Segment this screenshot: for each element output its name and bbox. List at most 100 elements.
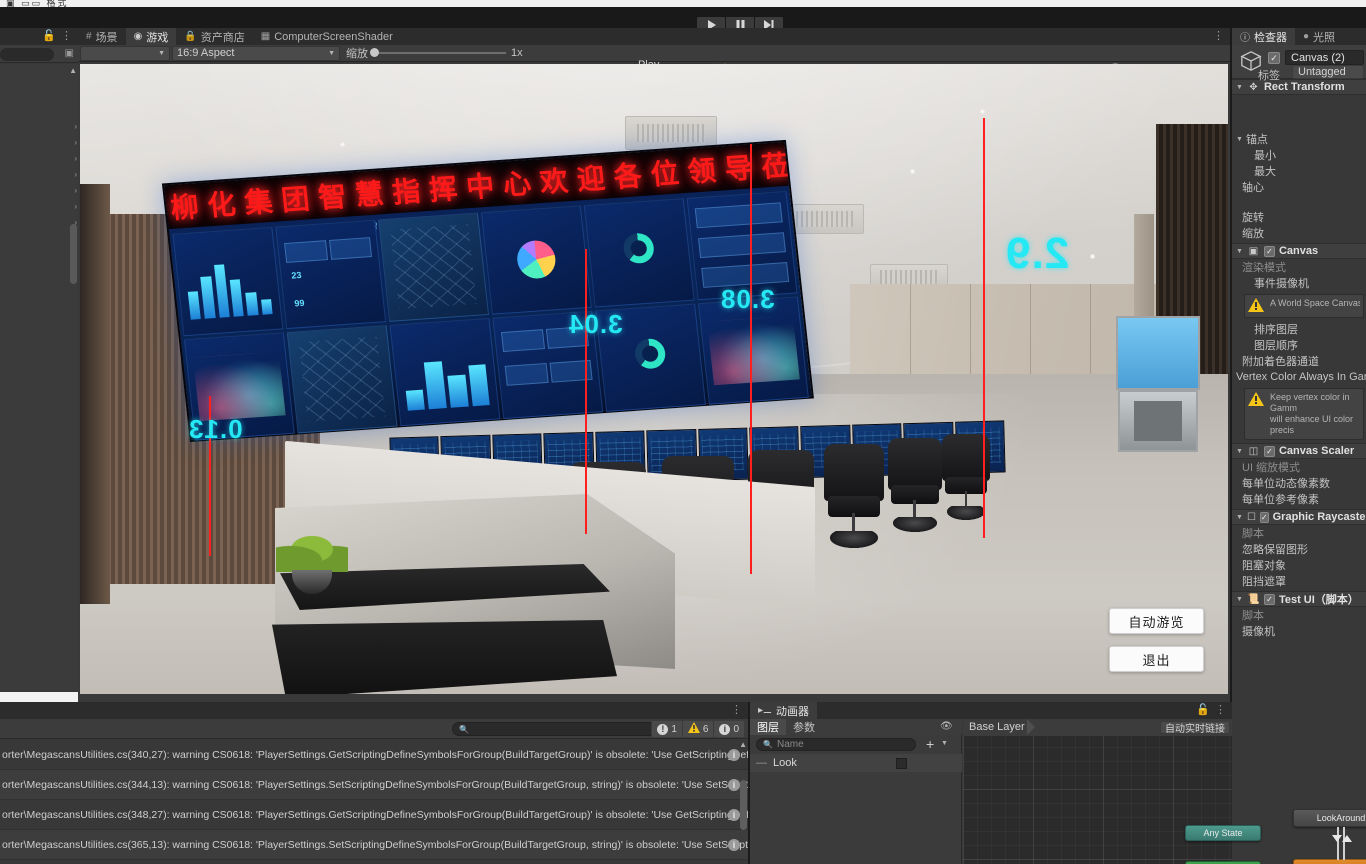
test-ui-enabled-checkbox[interactable]: ✓ [1263, 593, 1275, 605]
animator-state-graph[interactable]: Any State Entry LookAround New State [963, 719, 1366, 864]
object-name-field[interactable]: Canvas (2) [1285, 50, 1364, 65]
animator-layer-row[interactable]: — Look [750, 754, 962, 772]
canvas-scaler-enabled-checkbox[interactable]: ✓ [1263, 445, 1275, 457]
prop-test-ui-script[interactable]: 脚本 [1232, 607, 1366, 623]
console-scrollbar[interactable] [740, 780, 747, 830]
foldout-arrow-icon[interactable]: ▼ [1236, 448, 1243, 455]
prop-rotation[interactable]: 旋转 [1232, 209, 1366, 225]
component-header-rect-transform[interactable]: ▼ ✥ Rect Transform [1232, 79, 1366, 95]
component-header-canvas[interactable]: ▼ ▣ ✓ Canvas [1232, 243, 1366, 259]
tab-game[interactable]: ◉ 游戏 [125, 28, 177, 45]
tab-lighting[interactable]: ● 光照 [1295, 28, 1343, 45]
add-layer-button[interactable]: + [926, 736, 934, 752]
tag-dropdown[interactable]: Untagged [1292, 65, 1364, 79]
console-log-row[interactable]: orter\MegascansUtilities.cs(365,13): war… [0, 830, 748, 860]
hierarchy-view-options-icon[interactable]: ▣ [65, 48, 74, 59]
state-node-any-state[interactable]: Any State [1185, 825, 1261, 841]
eye-icon[interactable]: 👁 [940, 721, 953, 732]
hierarchy-scrollbar[interactable] [70, 224, 77, 284]
subtab-layers[interactable]: 图层 [750, 719, 786, 735]
kebab-menu-icon[interactable]: ⋮ [731, 705, 742, 716]
prop-ignore-reversed-graphics[interactable]: 忽略保留图形 [1232, 541, 1366, 557]
console-log-row[interactable]: orter\MegascansUtilities.cs(344,13): war… [0, 770, 748, 800]
foldout-arrow-icon[interactable]: ▼ [1236, 248, 1243, 255]
prop-dynamic-pixels-per-unit[interactable]: 每单位动态像素数 [1232, 475, 1366, 491]
chevron-down-icon[interactable]: ▼ [941, 740, 948, 747]
prop-raycaster-script[interactable]: 脚本 [1232, 525, 1366, 541]
prop-reference-pixels-per-unit[interactable]: 每单位参考像素 [1232, 491, 1366, 507]
info-icon: ⓘ [1240, 33, 1250, 44]
transition-line[interactable] [1337, 827, 1339, 860]
prop-test-ui-camera[interactable]: 摄像机 [1232, 623, 1366, 639]
info-counter[interactable]: i 0 [713, 721, 744, 737]
hierarchy-tree[interactable]: › › › › › › › › ▲ [0, 64, 78, 690]
prop-anchor-max[interactable]: 最大 [1232, 163, 1366, 179]
prop-anchor-min[interactable]: 最小 [1232, 147, 1366, 163]
console-log-row[interactable]: orter\MegascansUtilities.cs(340,27): war… [0, 740, 748, 770]
breadcrumb[interactable]: Base Layer [969, 721, 1025, 733]
prop-pivot[interactable]: 轴心 [1232, 179, 1366, 195]
foldout-arrow-icon[interactable]: ▼ [1236, 136, 1243, 143]
prop-sorting-layer[interactable]: 排序图层 [1232, 321, 1366, 337]
kebab-menu-icon[interactable]: ⋮ [1213, 31, 1224, 42]
prop-render-mode[interactable]: 渲染模式 [1232, 259, 1366, 275]
tab-scene[interactable]: # 场景 [78, 28, 126, 45]
hierarchy-expand-arrow[interactable]: › [74, 170, 77, 179]
hierarchy-expand-arrow[interactable]: › [74, 202, 77, 211]
animator-search-input[interactable]: 🔍 Name [756, 738, 916, 751]
foldout-arrow-icon[interactable]: ▼ [1236, 514, 1243, 521]
transition-line[interactable] [1343, 827, 1345, 860]
chevron-down-icon: ▼ [328, 49, 335, 57]
aspect-dropdown[interactable]: 16:9 Aspect ▼ [172, 45, 340, 61]
foldout-arrow-icon[interactable]: ▼ [1236, 596, 1243, 603]
hierarchy-expand-arrow[interactable]: › [74, 154, 77, 163]
exit-button[interactable]: 退出 [1109, 646, 1204, 672]
game-view-render[interactable]: 柳化集团智慧指挥中心欢迎各位领导莅临指导工作 柳化集团智慧指挥中心综合大屏 23… [80, 64, 1228, 694]
foldout-arrow-icon[interactable]: ▼ [1236, 84, 1243, 91]
prop-vertex-color-gamma[interactable]: Vertex Color Always In Gamm [1232, 369, 1366, 385]
subtab-parameters[interactable]: 参数 [786, 719, 822, 735]
component-header-graphic-raycaster[interactable]: ▼ ☐ ✓ Graphic Raycaster [1232, 509, 1366, 525]
prop-event-camera[interactable]: 事件摄像机 [1232, 275, 1366, 291]
hierarchy-expand-arrow[interactable]: › [74, 138, 77, 147]
auto-tour-button[interactable]: 自动游览 [1109, 608, 1204, 634]
console-log-row[interactable]: orter\MegascansUtilities.cs(348,27): war… [0, 800, 748, 830]
tab-asset-store[interactable]: 🔒 资产商店 [176, 28, 252, 45]
prop-anchors[interactable]: ▼ 锚点 [1232, 131, 1366, 147]
prop-additional-shader-channels[interactable]: 附加着色器通道 [1232, 353, 1366, 369]
warning-counter[interactable]: 6 [681, 721, 714, 737]
kebab-menu-icon[interactable]: ⋮ [1215, 705, 1226, 716]
zoom-slider[interactable] [370, 48, 506, 57]
canvas-enabled-checkbox[interactable]: ✓ [1263, 245, 1275, 257]
hierarchy-expand-arrow[interactable]: › [74, 186, 77, 195]
console-log-list[interactable]: orter\MegascansUtilities.cs(340,27): war… [0, 740, 748, 864]
tab-inspector[interactable]: ⓘ 检查器 [1232, 28, 1295, 45]
hierarchy-search-input[interactable] [0, 48, 54, 61]
scroll-up-arrow[interactable]: ▲ [69, 66, 77, 75]
state-node-look-around[interactable]: LookAround [1293, 809, 1366, 827]
display-dropdown[interactable]: ▼ [80, 45, 170, 61]
console-search-input[interactable]: 🔍 [452, 722, 680, 736]
prop-blocking-objects[interactable]: 阻塞对象 [1232, 557, 1366, 573]
scroll-up-arrow[interactable]: ▲ [739, 740, 747, 749]
tab-computer-screen-shader[interactable]: ▦ ComputerScreenShader [253, 28, 401, 45]
component-header-test-ui-script[interactable]: ▼ 📜 ✓ Test UI（脚本） [1232, 591, 1366, 607]
layer-weight-box[interactable] [896, 758, 907, 769]
console-log-row[interactable]: 'Assets/Scenes/SampleScene/ReflectionPro… [0, 860, 748, 864]
object-enabled-checkbox[interactable]: ✓ [1268, 52, 1280, 64]
auto-live-link-toggle[interactable]: 自动实时链接 [1160, 721, 1230, 735]
zoom-slider-knob[interactable] [370, 48, 379, 57]
prop-ui-scale-mode[interactable]: UI 缩放模式 [1232, 459, 1366, 475]
prop-scale[interactable]: 缩放 [1232, 225, 1366, 241]
prop-blocking-mask[interactable]: 阻挡遮罩 [1232, 573, 1366, 589]
lock-icon[interactable]: 🔓 [42, 31, 56, 42]
prop-order-in-layer[interactable]: 图层顺序 [1232, 337, 1366, 353]
state-node-new-state[interactable]: New State [1293, 859, 1366, 864]
raycaster-enabled-checkbox[interactable]: ✓ [1259, 511, 1269, 523]
error-counter[interactable]: ! 1 [651, 721, 682, 737]
tab-animator[interactable]: ▸⚊ 动画器 [750, 702, 817, 719]
kebab-menu-icon[interactable]: ⋮ [61, 31, 72, 42]
component-header-canvas-scaler[interactable]: ▼ ◫ ✓ Canvas Scaler [1232, 443, 1366, 459]
lock-icon[interactable]: 🔓 [1196, 705, 1210, 716]
hierarchy-expand-arrow[interactable]: › [74, 122, 77, 131]
